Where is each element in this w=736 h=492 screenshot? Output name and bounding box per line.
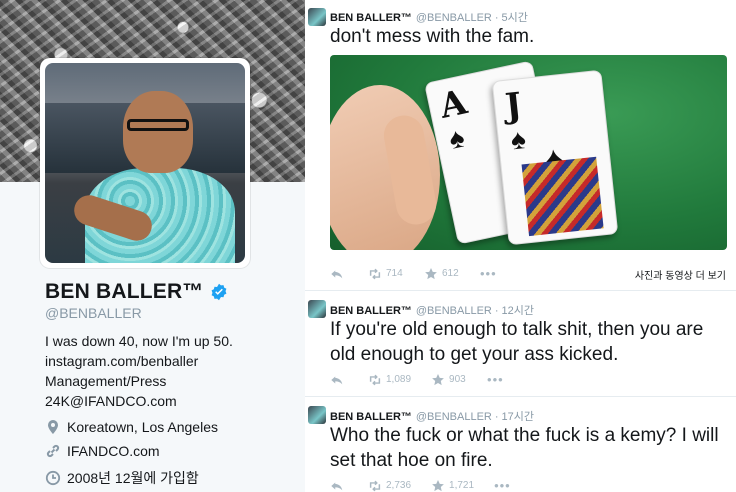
tweet-actions: 1,089 903 •••: [330, 372, 504, 387]
separator-dot: ·: [494, 305, 499, 317]
tweet-actions: 2,736 1,721 •••: [330, 478, 511, 492]
bio-instagram-link[interactable]: instagram.com/benballer: [45, 351, 233, 371]
calendar-clock-icon: [45, 470, 61, 486]
star-icon: [432, 479, 444, 491]
tweet-avatar[interactable]: [308, 406, 326, 424]
card-rank: A: [436, 82, 471, 127]
retweet-icon: [369, 374, 381, 385]
separator-dot: ·: [494, 411, 499, 423]
tweet[interactable]: BEN BALLER™ @BENBALLER · 17시간 Who the fu…: [305, 397, 736, 492]
profile-location: Koreatown, Los Angeles: [45, 419, 218, 435]
like-button[interactable]: 612: [424, 267, 460, 281]
more-options-button[interactable]: •••: [487, 372, 504, 387]
tweet[interactable]: BEN BALLER™ @BENBALLER · 12시간 If you're …: [305, 291, 736, 397]
avatar-photo: [45, 63, 245, 263]
tweet-author-name[interactable]: BEN BALLER™: [330, 305, 412, 317]
profile-sidebar: BEN BALLER™ @BENBALLER I was down 40, no…: [0, 0, 305, 492]
retweet-count: 714: [386, 268, 403, 279]
tweet-author-handle[interactable]: @BENBALLER: [416, 305, 492, 317]
more-options-button[interactable]: •••: [494, 478, 511, 492]
retweet-button[interactable]: 2,736: [368, 479, 411, 492]
retweet-icon: [369, 268, 381, 279]
tweet-timestamp[interactable]: 17시간: [502, 408, 534, 424]
profile-handle[interactable]: @BENBALLER: [45, 305, 142, 321]
spade-suit-icon: ♠: [509, 123, 528, 156]
view-more-media-link[interactable]: 사진과 동영상 더 보기: [635, 267, 726, 282]
tweet-author-handle[interactable]: @BENBALLER: [416, 411, 492, 423]
reply-button[interactable]: [330, 373, 348, 387]
reply-button[interactable]: [330, 479, 348, 492]
star-icon: [432, 373, 444, 385]
tweet-author-handle[interactable]: @BENBALLER: [416, 12, 492, 24]
retweet-button[interactable]: 1,089: [368, 373, 411, 387]
profile-name[interactable]: BEN BALLER™: [45, 280, 204, 304]
bio-line: Management/Press: [45, 373, 167, 389]
retweet-count: 2,736: [386, 480, 412, 491]
playing-card-jack: J ♠ ♠: [491, 69, 619, 246]
card-rank: J: [503, 85, 524, 127]
tweet-timestamp[interactable]: 5시간: [502, 9, 528, 25]
location-text: Koreatown, Los Angeles: [67, 419, 218, 435]
tweet-avatar[interactable]: [308, 8, 326, 26]
like-count: 612: [442, 268, 459, 279]
retweet-button[interactable]: 714: [368, 267, 404, 281]
profile-joined: 2008년 12월에 가입함: [45, 468, 199, 488]
tweet-text: If you're old enough to talk shit, then …: [330, 319, 704, 365]
reply-button[interactable]: [330, 267, 348, 281]
reply-icon: [331, 376, 343, 384]
tweet-header: BEN BALLER™ @BENBALLER · 17시간: [330, 408, 534, 424]
like-count: 903: [449, 374, 466, 385]
tweet-text: don't mess with the fam.: [330, 26, 535, 47]
tweet-header: BEN BALLER™ @BENBALLER · 5시간: [330, 9, 528, 25]
star-icon: [425, 267, 437, 279]
tweet-header: BEN BALLER™ @BENBALLER · 12시간: [330, 302, 534, 318]
bio-line: I was down 40, now I'm up 50.: [45, 333, 233, 349]
retweet-count: 1,089: [386, 374, 412, 385]
tweet-author-name[interactable]: BEN BALLER™: [330, 411, 412, 423]
joined-text: 2008년 12월에 가입함: [67, 470, 199, 486]
retweet-icon: [369, 480, 381, 491]
tweet[interactable]: BEN BALLER™ @BENBALLER · 5시간 don't mess …: [305, 0, 736, 291]
like-button[interactable]: 1,721: [431, 479, 474, 492]
spade-suit-icon: ♠: [446, 121, 468, 155]
verified-badge-icon: [211, 283, 226, 301]
reply-icon: [331, 482, 343, 490]
profile-name-row: BEN BALLER™: [45, 280, 228, 304]
tweet-author-name[interactable]: BEN BALLER™: [330, 12, 412, 24]
tweet-text: Who the fuck or what the fuck is a kemy?…: [330, 425, 719, 471]
reply-icon: [331, 270, 343, 278]
website-link[interactable]: IFANDCO.com: [67, 443, 160, 459]
separator-dot: ·: [494, 12, 499, 24]
location-pin-icon: [48, 420, 58, 434]
profile-avatar[interactable]: [40, 58, 250, 268]
like-count: 1,721: [449, 480, 475, 491]
bio-email[interactable]: 24K@IFANDCO.com: [45, 391, 233, 411]
more-options-button[interactable]: •••: [480, 266, 497, 281]
profile-website: IFANDCO.com: [45, 443, 160, 459]
tweet-photo[interactable]: A ♠ J ♠ ♠: [330, 55, 727, 250]
profile-bio: I was down 40, now I'm up 50. instagram.…: [45, 331, 233, 411]
tweet-actions: 714 612 •••: [330, 266, 497, 281]
jack-face-art: [521, 156, 604, 237]
like-button[interactable]: 903: [431, 373, 467, 387]
tweet-avatar[interactable]: [308, 300, 326, 318]
link-icon: [46, 444, 60, 458]
tweet-timestamp[interactable]: 12시간: [502, 302, 534, 318]
